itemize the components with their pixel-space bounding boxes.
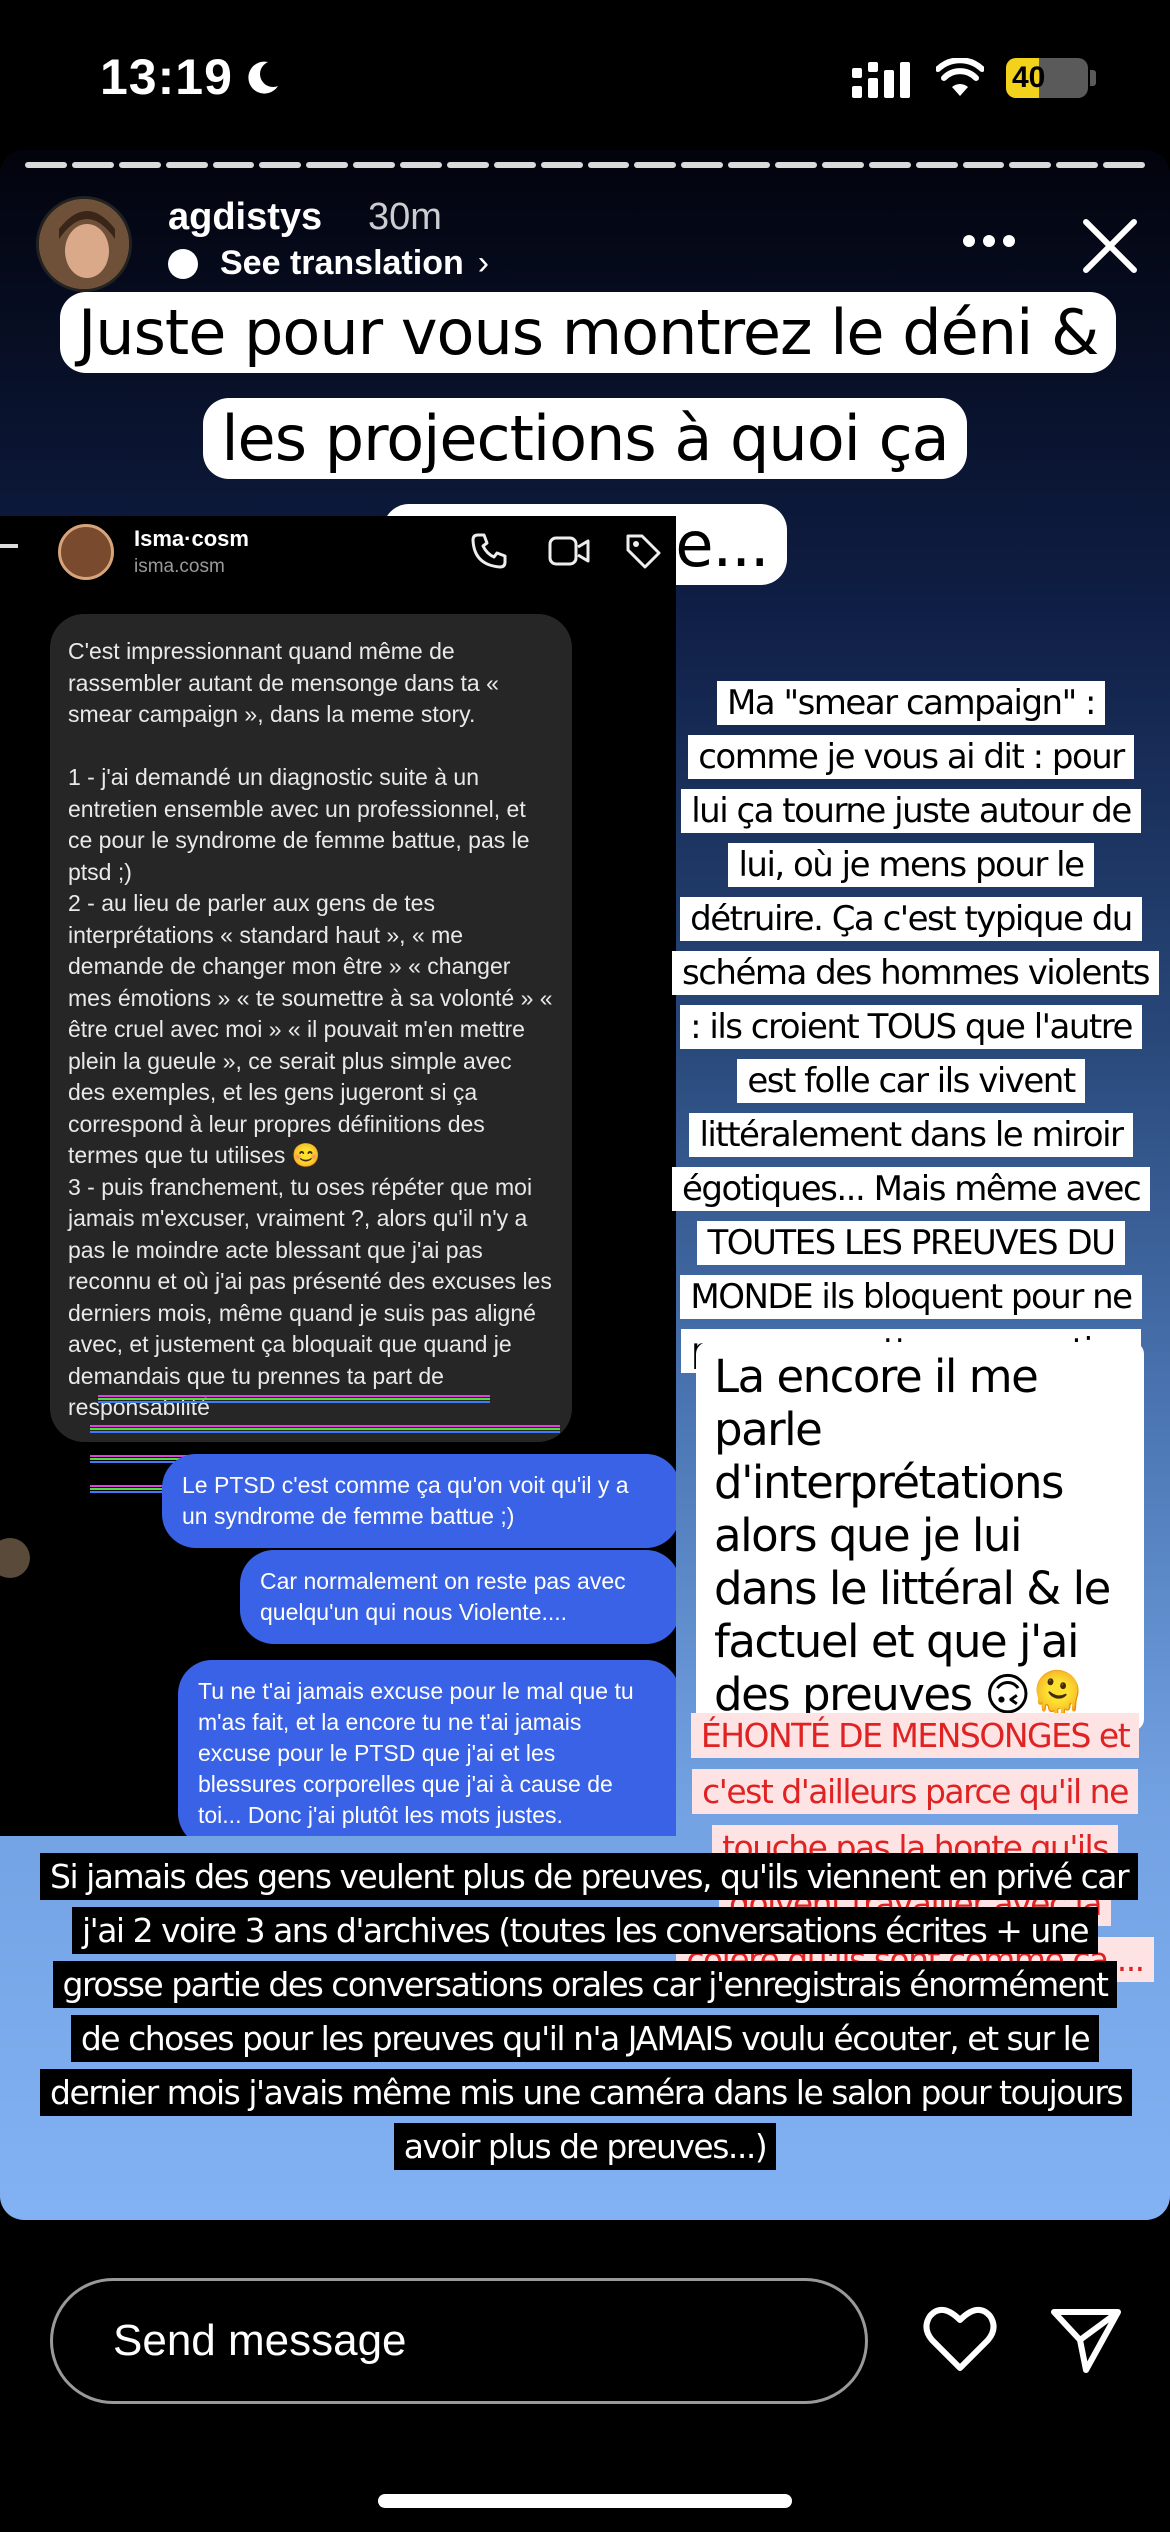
- phone-icon: [471, 533, 507, 569]
- story-progress-segment: [353, 162, 395, 168]
- chat-avatar: [58, 524, 114, 580]
- story-note-interpretations: La encore il me parle d'interprétations …: [696, 1342, 1144, 1731]
- chat-screenshot: Isma·cosm isma.cosm C'est impressionnant…: [0, 516, 676, 1836]
- story-progress-segment: [400, 162, 442, 168]
- story-progress-segment: [962, 162, 1005, 168]
- story-progress-segment: [634, 162, 677, 168]
- tag-icon: [626, 534, 661, 569]
- story-progress-segment: [446, 162, 489, 168]
- story-progress-segment: [915, 162, 958, 168]
- story-progress-segment: [540, 162, 583, 168]
- chevron-right-icon: ›: [477, 244, 490, 282]
- status-time: 13:19: [100, 49, 233, 105]
- send-icon[interactable]: [1050, 2304, 1122, 2374]
- moon-icon: [248, 61, 278, 94]
- signal-icon: [852, 62, 910, 98]
- story-progress-segment: [1056, 162, 1099, 168]
- sent-message-bubble: Car normalement on reste pas avec quelqu…: [240, 1550, 676, 1644]
- story-progress-segment: [118, 162, 161, 168]
- story-progress-segment: [259, 162, 302, 168]
- story-progress-segment: [165, 162, 208, 168]
- caption-text: Si jamais des gens veulent plus de preuv…: [40, 1853, 1139, 2170]
- note-1-text: Ma "smear campaign" : comme je vous ai d…: [672, 681, 1160, 1427]
- home-indicator: [378, 2494, 792, 2508]
- story-progress-segment: [212, 162, 255, 168]
- heart-icon[interactable]: [922, 2304, 998, 2374]
- see-translation-label: See translation: [220, 244, 464, 282]
- sender-avatar: [0, 1538, 30, 1578]
- story-progress-segment: [728, 162, 770, 168]
- send-message-input[interactable]: [50, 2278, 868, 2404]
- story-progress-segment: [1103, 162, 1145, 168]
- battery-icon: 40: [1006, 58, 1088, 98]
- status-bar: 13:19 40: [0, 0, 1170, 150]
- video-camera-icon: [548, 536, 590, 566]
- battery-cap: [1090, 70, 1096, 86]
- story-progress-segment: [681, 162, 724, 168]
- sent-message-bubble: Le PTSD c'est comme ça qu'on voit qu'il …: [162, 1454, 676, 1548]
- translate-icon: [168, 248, 198, 279]
- username[interactable]: agdistys: [168, 196, 322, 239]
- story-viewer[interactable]: agdistys 30m See translation › Juste pou…: [0, 150, 1170, 2220]
- back-arrow-icon: [0, 544, 18, 548]
- chat-contact-handle: isma.cosm: [134, 556, 225, 577]
- story-progress-segment: [868, 162, 911, 168]
- wifi-icon: [936, 58, 984, 96]
- story-caption: Si jamais des gens veulent plus de preuv…: [40, 1850, 1139, 2174]
- see-translation-button[interactable]: See translation ›: [168, 244, 489, 283]
- story-progress-segment: [25, 162, 67, 168]
- story-progress-segment: [306, 162, 349, 168]
- story-note-smear-campaign: Ma "smear campaign" : comme je vous ai d…: [672, 676, 1160, 1432]
- battery-percent: 40: [1012, 61, 1046, 94]
- received-message-bubble: C'est impressionnant quand même de rasse…: [50, 614, 572, 1442]
- story-progress-segment: [71, 162, 114, 168]
- story-progress-segment: [493, 162, 536, 168]
- chat-contact-name: Isma·cosm: [134, 526, 249, 551]
- avatar[interactable]: [36, 196, 132, 292]
- story-progress-segment: [821, 162, 864, 168]
- close-icon[interactable]: [1080, 216, 1140, 276]
- story-progress-segment: [775, 162, 817, 168]
- story-progress-segment: [587, 162, 630, 168]
- sent-message-bubble: Tu ne t'ai jamais excuse pour le mal que…: [178, 1660, 676, 1836]
- story-timestamp: 30m: [368, 196, 442, 238]
- more-options-icon[interactable]: [962, 234, 1016, 248]
- story-progress-bar: [25, 162, 1145, 168]
- story-progress-segment: [1009, 162, 1052, 168]
